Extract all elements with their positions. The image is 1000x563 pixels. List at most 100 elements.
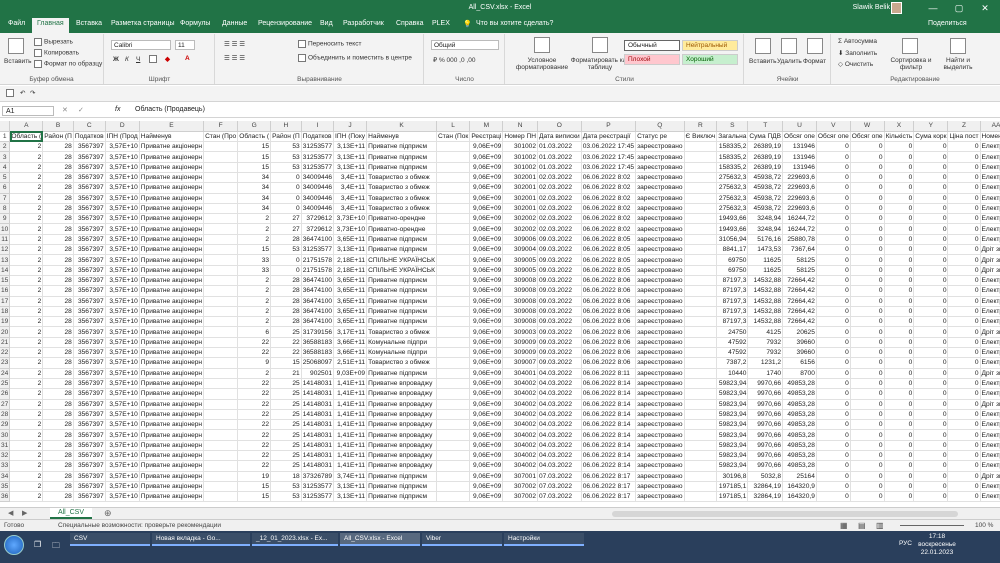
data-cell[interactable]: 2 — [9, 275, 44, 287]
data-cell[interactable]: 0 — [947, 419, 981, 431]
data-cell[interactable]: 15 — [237, 141, 272, 153]
row-header[interactable]: 26 — [0, 388, 11, 400]
row-header[interactable]: 13 — [0, 254, 11, 266]
header-cell[interactable]: Номенкл — [980, 131, 1000, 143]
data-cell[interactable]: Товариство з обмеж — [366, 203, 437, 215]
data-cell[interactable]: 275632,3 — [716, 203, 749, 215]
data-cell[interactable]: 3567397 — [73, 419, 106, 431]
data-cell[interactable]: 309009 — [502, 347, 538, 359]
page-layout-icon[interactable]: ▤ — [858, 521, 866, 530]
data-cell[interactable]: 14532,88 — [747, 316, 784, 328]
data-cell[interactable]: 0 — [816, 368, 851, 379]
explorer-icon[interactable]: 🗀 — [52, 540, 60, 554]
data-cell[interactable]: 0 — [947, 193, 981, 204]
data-cell[interactable]: 0 — [884, 182, 915, 194]
data-cell[interactable]: 0 — [884, 234, 915, 246]
data-cell[interactable]: 3,57E+10 — [105, 254, 140, 266]
font-name-select[interactable]: Calibri — [111, 40, 171, 50]
data-cell[interactable] — [203, 275, 239, 287]
data-cell[interactable]: 0 — [947, 244, 981, 256]
data-cell[interactable]: 2 — [9, 306, 44, 318]
merge-center-button[interactable]: Объединить и поместить в центре — [298, 54, 412, 62]
row-header[interactable]: 18 — [0, 306, 11, 318]
tab-view[interactable]: Вид — [320, 20, 333, 27]
data-cell[interactable] — [684, 203, 718, 215]
data-cell[interactable]: 3567397 — [73, 285, 106, 297]
data-cell[interactable]: 2 — [9, 481, 44, 493]
data-cell[interactable]: 87197,3 — [716, 285, 749, 297]
data-cell[interactable]: 3567397 — [73, 151, 106, 163]
data-cell[interactable]: 0 — [816, 440, 851, 452]
data-cell[interactable]: 3567397 — [73, 203, 106, 215]
data-cell[interactable]: 28 — [42, 481, 74, 493]
data-cell[interactable]: 0 — [850, 357, 885, 369]
data-cell[interactable]: 0 — [947, 378, 981, 390]
data-cell[interactable]: 309005 — [502, 265, 538, 276]
data-cell[interactable]: Приватне підприєм — [366, 162, 437, 173]
data-cell[interactable]: 0 — [913, 450, 949, 462]
data-cell[interactable]: 0 — [884, 357, 915, 369]
data-cell[interactable] — [203, 182, 239, 194]
data-cell[interactable] — [436, 347, 471, 359]
data-cell[interactable]: зареєстровано — [635, 234, 685, 246]
data-cell[interactable]: 21 — [270, 368, 302, 379]
data-cell[interactable]: 9,06E+09 — [469, 285, 504, 297]
accessibility-status[interactable]: Специальные возможности: проверьте реком… — [58, 522, 221, 529]
data-cell[interactable]: 2 — [9, 409, 44, 421]
data-cell[interactable]: 49853,28 — [782, 450, 817, 462]
data-cell[interactable]: 3,57E+10 — [105, 347, 140, 359]
align-top-icon[interactable]: ☰ ☰ ☰ — [224, 40, 245, 48]
data-cell[interactable]: 36588183 — [301, 347, 335, 359]
column-header[interactable]: O — [537, 121, 582, 132]
data-cell[interactable]: 28 — [42, 306, 74, 318]
data-cell[interactable]: 0 — [884, 316, 915, 328]
data-cell[interactable]: 19493,66 — [716, 213, 749, 225]
data-cell[interactable]: зареєстровано — [635, 378, 685, 390]
data-cell[interactable]: 229693,6 — [782, 182, 817, 194]
data-cell[interactable]: 9,06E+09 — [469, 213, 504, 225]
data-cell[interactable] — [203, 388, 239, 400]
data-cell[interactable] — [436, 162, 471, 173]
data-cell[interactable]: 0 — [913, 481, 949, 493]
taskbar-item-settings[interactable]: Настройки — [504, 533, 584, 546]
row-header[interactable]: 12 — [0, 244, 11, 256]
column-header[interactable]: N — [502, 121, 538, 132]
data-cell[interactable] — [684, 316, 718, 328]
data-cell[interactable]: 25 — [270, 450, 302, 462]
data-cell[interactable]: 02.03.2022 — [537, 213, 582, 225]
data-cell[interactable]: 0 — [947, 399, 981, 410]
data-cell[interactable]: 25068097 — [301, 357, 335, 369]
data-cell[interactable]: 1740 — [747, 368, 784, 379]
clear-button[interactable]: ◇ Очистить — [838, 60, 873, 68]
data-cell[interactable]: 131946 — [782, 151, 817, 163]
data-cell[interactable]: 31253577 — [301, 162, 335, 173]
data-cell[interactable]: 158335,2 — [716, 162, 749, 173]
data-cell[interactable]: 31253577 — [301, 491, 335, 503]
data-cell[interactable]: 2 — [9, 162, 44, 173]
data-cell[interactable]: 9,06E+09 — [469, 440, 504, 452]
data-cell[interactable]: 1,41E+11 — [333, 388, 368, 400]
data-cell[interactable]: 304002 — [502, 378, 538, 390]
data-cell[interactable]: 06.06.2022 8:17 — [581, 491, 637, 503]
data-cell[interactable]: 2 — [9, 234, 44, 246]
data-cell[interactable]: Приватне підприєм — [366, 316, 437, 328]
data-cell[interactable] — [436, 234, 471, 246]
data-cell[interactable]: 0 — [270, 203, 302, 215]
data-cell[interactable]: 131946 — [782, 162, 817, 173]
data-cell[interactable] — [436, 244, 471, 256]
data-cell[interactable]: 8700 — [782, 368, 817, 379]
share-button[interactable]: Поделиться — [928, 20, 967, 27]
minimize-button[interactable]: — — [926, 2, 940, 14]
data-cell[interactable]: 36474100 — [301, 316, 335, 328]
data-cell[interactable]: 9,06E+09 — [469, 234, 504, 246]
data-cell[interactable]: 3,57E+10 — [105, 368, 140, 379]
data-cell[interactable]: 28 — [42, 368, 74, 379]
data-cell[interactable]: 0 — [947, 429, 981, 441]
data-cell[interactable]: зареєстровано — [635, 357, 685, 369]
data-cell[interactable] — [436, 378, 471, 390]
data-cell[interactable]: 0 — [947, 162, 981, 173]
data-cell[interactable]: 2 — [9, 450, 44, 462]
page-break-icon[interactable]: ▥ — [876, 521, 884, 530]
data-cell[interactable]: 28 — [270, 275, 302, 287]
data-cell[interactable]: 07.03.2022 — [537, 471, 582, 482]
